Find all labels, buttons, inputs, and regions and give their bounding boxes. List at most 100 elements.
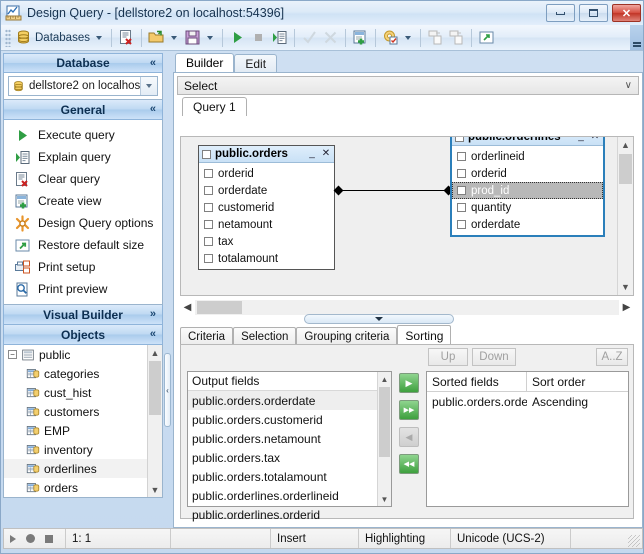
column-row[interactable]: customerid bbox=[199, 199, 334, 216]
column-checkbox[interactable] bbox=[204, 254, 213, 263]
tree-item-customers[interactable]: customers bbox=[4, 402, 162, 421]
column-row[interactable]: netamount bbox=[199, 216, 334, 233]
clear-query-button[interactable] bbox=[116, 27, 137, 49]
rollback-button[interactable] bbox=[320, 27, 341, 49]
chevron-down-icon[interactable] bbox=[96, 36, 102, 40]
scroll-thumb[interactable] bbox=[619, 154, 632, 184]
action-create-view[interactable]: Create view bbox=[4, 190, 162, 212]
collapse-chevron-icon[interactable]: « bbox=[150, 57, 156, 69]
visual-builder-panel-header[interactable]: Visual Builder » bbox=[3, 305, 163, 325]
grid-header-sorted-fields[interactable]: Sorted fields bbox=[427, 372, 527, 391]
join-connector[interactable] bbox=[338, 190, 448, 191]
list-item[interactable]: public.orders.tax bbox=[188, 448, 391, 467]
diagram-table-titlebar[interactable]: public.orders _ ✕ bbox=[199, 146, 334, 163]
minimize-icon[interactable]: _ bbox=[306, 147, 318, 159]
tree-item-emp[interactable]: EMP bbox=[4, 421, 162, 440]
explain-button[interactable] bbox=[269, 27, 290, 49]
objects-tree-scrollbar[interactable]: ▲ ▼ bbox=[147, 345, 162, 497]
commit-button[interactable] bbox=[299, 27, 320, 49]
execute-button[interactable] bbox=[227, 27, 248, 49]
database-combo-dropdown[interactable] bbox=[140, 77, 157, 95]
diagram-canvas[interactable]: public.orders _ ✕ orderid bbox=[180, 136, 634, 296]
column-checkbox[interactable] bbox=[204, 169, 213, 178]
column-row[interactable]: orderdate bbox=[452, 216, 603, 233]
objects-tree[interactable]: − public categories bbox=[3, 345, 163, 498]
sorted-fields-grid[interactable]: Sorted fields Sort order public.orders.o… bbox=[426, 371, 629, 507]
expand-chevron-icon[interactable]: » bbox=[150, 308, 156, 320]
action-clear-query[interactable]: Clear query bbox=[4, 168, 162, 190]
move-all-right-button[interactable]: ▶▶ bbox=[399, 400, 419, 420]
sidebar-collapse-handle[interactable]: ‹ bbox=[164, 353, 171, 427]
minimize-button[interactable] bbox=[546, 4, 575, 22]
output-fields-list[interactable]: Output fields public.orders.orderdate pu… bbox=[187, 371, 392, 507]
column-row[interactable]: tax bbox=[199, 233, 334, 250]
stop-button[interactable] bbox=[248, 27, 269, 49]
scroll-up-icon[interactable]: ▲ bbox=[378, 372, 391, 386]
column-row[interactable]: quantity bbox=[452, 199, 603, 216]
column-checkbox[interactable] bbox=[457, 169, 466, 178]
column-row[interactable]: totalamount bbox=[199, 250, 334, 267]
tab-edit[interactable]: Edit bbox=[234, 54, 277, 72]
canvas-vertical-scrollbar[interactable]: ▲ ▼ bbox=[617, 137, 633, 295]
tree-item-cust_hist[interactable]: cust_hist bbox=[4, 383, 162, 402]
action-restore-default-size[interactable]: Restore default size bbox=[4, 234, 162, 256]
tree-item-inventory[interactable]: inventory bbox=[4, 440, 162, 459]
scroll-right-icon[interactable]: ▶ bbox=[619, 302, 634, 313]
list-item[interactable]: public.orders.customerid bbox=[188, 410, 391, 429]
expander-icon[interactable]: − bbox=[8, 350, 17, 359]
move-left-button[interactable]: ◀ bbox=[399, 427, 419, 447]
export-script-button[interactable] bbox=[446, 27, 467, 49]
scroll-thumb[interactable] bbox=[379, 387, 390, 457]
tab-sorting[interactable]: Sorting bbox=[397, 325, 451, 345]
column-row[interactable]: orderlineid bbox=[452, 148, 603, 165]
scroll-thumb[interactable] bbox=[149, 361, 161, 415]
table-row[interactable]: public.orders.orderi Ascending bbox=[427, 392, 628, 412]
list-item[interactable]: public.orderlines.orderlineid bbox=[188, 486, 391, 505]
general-panel-header[interactable]: General « bbox=[3, 100, 163, 120]
list-item[interactable]: public.orders.netamount bbox=[188, 429, 391, 448]
resize-grip-icon[interactable] bbox=[628, 535, 640, 547]
export-data-button[interactable] bbox=[425, 27, 446, 49]
tree-item-orders1[interactable]: orders1 bbox=[4, 497, 162, 498]
scroll-down-icon[interactable]: ▼ bbox=[618, 279, 633, 295]
column-row-selected[interactable]: prod_id bbox=[452, 182, 603, 199]
sort-down-button[interactable]: Down bbox=[472, 348, 516, 366]
sort-az-button[interactable]: A..Z bbox=[596, 348, 628, 366]
column-checkbox[interactable] bbox=[457, 203, 466, 212]
diagram-surface[interactable]: public.orders _ ✕ orderid bbox=[181, 137, 617, 295]
maximize-button[interactable] bbox=[579, 4, 608, 22]
output-fields-scrollbar[interactable]: ▲ ▼ bbox=[377, 372, 391, 506]
tree-node-public[interactable]: − public bbox=[4, 345, 162, 364]
list-item[interactable]: public.orders.orderdate bbox=[188, 391, 391, 410]
scroll-down-icon[interactable]: ▼ bbox=[148, 482, 162, 497]
column-checkbox[interactable] bbox=[204, 203, 213, 212]
tree-item-categories[interactable]: categories bbox=[4, 364, 162, 383]
select-statement-bar[interactable]: Select ∨ bbox=[177, 76, 639, 95]
action-print-setup[interactable]: Print setup bbox=[4, 256, 162, 278]
database-panel-header[interactable]: Database « bbox=[3, 53, 163, 73]
move-all-left-button[interactable]: ◀◀ bbox=[399, 454, 419, 474]
tab-criteria[interactable]: Criteria bbox=[180, 327, 233, 345]
database-combo[interactable]: dellstore2 on localhos bbox=[8, 76, 158, 96]
restore-size-button[interactable] bbox=[476, 27, 497, 49]
diagram-table-titlebar[interactable]: public.orderlines _ ✕ bbox=[452, 136, 603, 146]
tab-builder[interactable]: Builder bbox=[175, 53, 234, 72]
chevron-down-icon[interactable]: ∨ bbox=[625, 80, 632, 91]
scroll-track[interactable] bbox=[195, 300, 619, 315]
objects-panel-header[interactable]: Objects « bbox=[3, 325, 163, 345]
column-row[interactable]: orderdate bbox=[199, 182, 334, 199]
scroll-up-icon[interactable]: ▲ bbox=[148, 345, 162, 360]
action-execute-query[interactable]: Execute query bbox=[4, 124, 162, 146]
close-button[interactable]: ✕ bbox=[612, 4, 641, 22]
scroll-down-icon[interactable]: ▼ bbox=[378, 492, 391, 506]
tab-grouping-criteria[interactable]: Grouping criteria bbox=[296, 327, 397, 345]
action-print-preview[interactable]: Print preview bbox=[4, 278, 162, 300]
action-explain-query[interactable]: Explain query bbox=[4, 146, 162, 168]
create-view-button[interactable] bbox=[350, 27, 371, 49]
close-icon[interactable]: ✕ bbox=[589, 136, 601, 142]
column-checkbox[interactable] bbox=[457, 186, 466, 195]
collapse-chevron-icon[interactable]: « bbox=[150, 103, 156, 115]
chevron-down-icon[interactable] bbox=[405, 36, 411, 40]
table-select-checkbox[interactable] bbox=[202, 150, 211, 159]
minimize-icon[interactable]: _ bbox=[575, 136, 587, 142]
